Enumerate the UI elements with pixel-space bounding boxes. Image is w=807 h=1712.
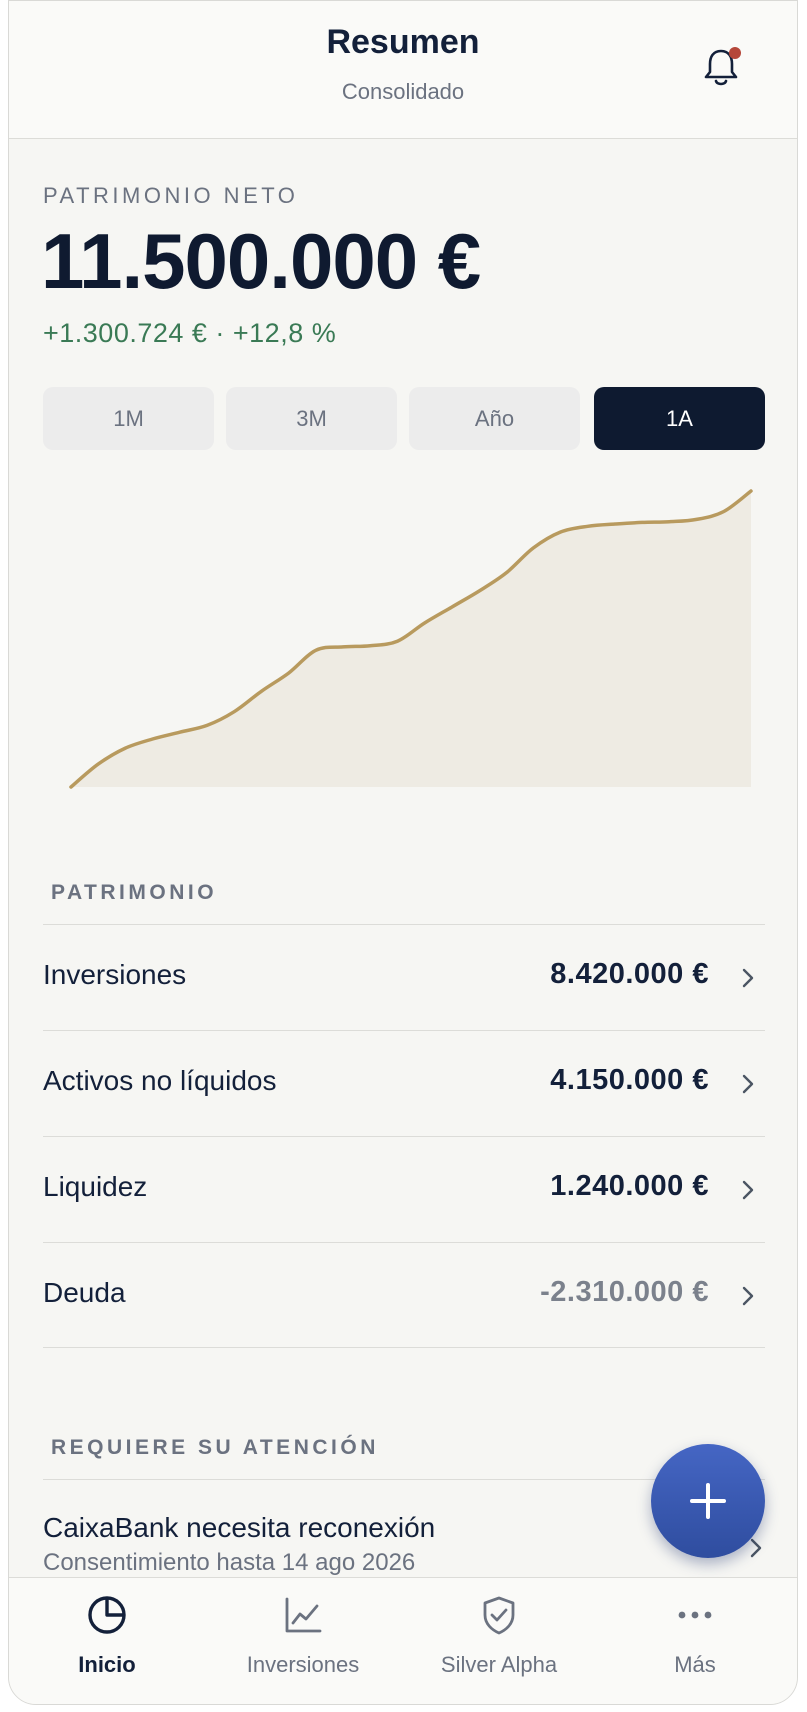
chevron-right-icon [742, 1074, 754, 1094]
asset-row-value: -2.310.000 € [540, 1276, 709, 1308]
asset-row-value: 1.240.000 € [550, 1170, 709, 1202]
tab-label: Inversiones [246, 1652, 360, 1677]
asset-row-label: Inversiones [43, 959, 187, 990]
chevron-right-icon [742, 968, 754, 988]
net-worth-change: +1.300.724 € · +12,8 % [43, 318, 337, 348]
app-screen: Resumen Consolidado PATRIMONIO NETO 11.5… [8, 0, 798, 1705]
period-year-button[interactable]: Año [409, 387, 580, 450]
header: Resumen Consolidado [9, 1, 797, 139]
asset-row-activos-no-liquidos[interactable]: Activos no líquidos 4.150.000 € [43, 1030, 765, 1136]
add-button[interactable] [651, 1444, 765, 1558]
bottom-tab-bar: Inicio Inversiones Silver Alpha Más [9, 1577, 797, 1704]
asset-row-label: Activos no líquidos [43, 1065, 277, 1096]
asset-list: Inversiones 8.420.000 € Activos no líqui… [43, 924, 765, 1348]
chart-area-fill [71, 491, 751, 787]
asset-row-value: 4.150.000 € [550, 1064, 709, 1096]
asset-row-inversiones[interactable]: Inversiones 8.420.000 € [43, 924, 765, 1030]
tab-inversiones[interactable]: Inversiones [205, 1578, 401, 1704]
asset-row-label: Deuda [43, 1277, 126, 1308]
period-1a-button[interactable]: 1A [594, 387, 765, 450]
period-1m-button[interactable]: 1M [43, 387, 214, 450]
attention-item-subtitle: Consentimiento hasta 14 ago 2026 [43, 1549, 416, 1576]
notification-dot [729, 47, 741, 59]
tab-label: Más [674, 1652, 716, 1677]
asset-row-label: Liquidez [43, 1171, 148, 1202]
period-selector: 1M 3M Año 1A [43, 387, 765, 450]
attention-item-title[interactable]: CaixaBank necesita reconexión [43, 1512, 435, 1544]
asset-row-liquidez[interactable]: Liquidez 1.240.000 € [43, 1136, 765, 1242]
page-title: Resumen [326, 23, 480, 61]
chevron-right-icon [742, 1180, 754, 1200]
tab-mas[interactable]: Más [597, 1578, 793, 1704]
net-worth-value: 11.500.000 € [41, 217, 481, 305]
section-title-patrimonio: PATRIMONIO [51, 881, 218, 904]
net-worth-chart [69, 489, 753, 789]
more-dots-icon [678, 1611, 712, 1619]
page-subtitle: Consolidado [341, 79, 465, 104]
tab-silver-alpha[interactable]: Silver Alpha [401, 1578, 597, 1704]
line-chart-icon [285, 1597, 322, 1633]
chevron-right-icon [742, 1286, 754, 1306]
asset-row-value: 8.420.000 € [550, 958, 709, 990]
plus-icon [690, 1483, 726, 1519]
section-title-attention: REQUIERE SU ATENCIÓN [51, 1436, 379, 1459]
tab-inicio[interactable]: Inicio [9, 1578, 205, 1704]
tab-label: Silver Alpha [440, 1652, 558, 1677]
pie-chart-icon [88, 1596, 126, 1634]
shield-check-icon [483, 1596, 515, 1635]
asset-row-deuda[interactable]: Deuda -2.310.000 € [43, 1242, 765, 1348]
net-worth-label: PATRIMONIO NETO [43, 183, 299, 208]
tab-label: Inicio [78, 1652, 136, 1677]
period-3m-button[interactable]: 3M [226, 387, 397, 450]
